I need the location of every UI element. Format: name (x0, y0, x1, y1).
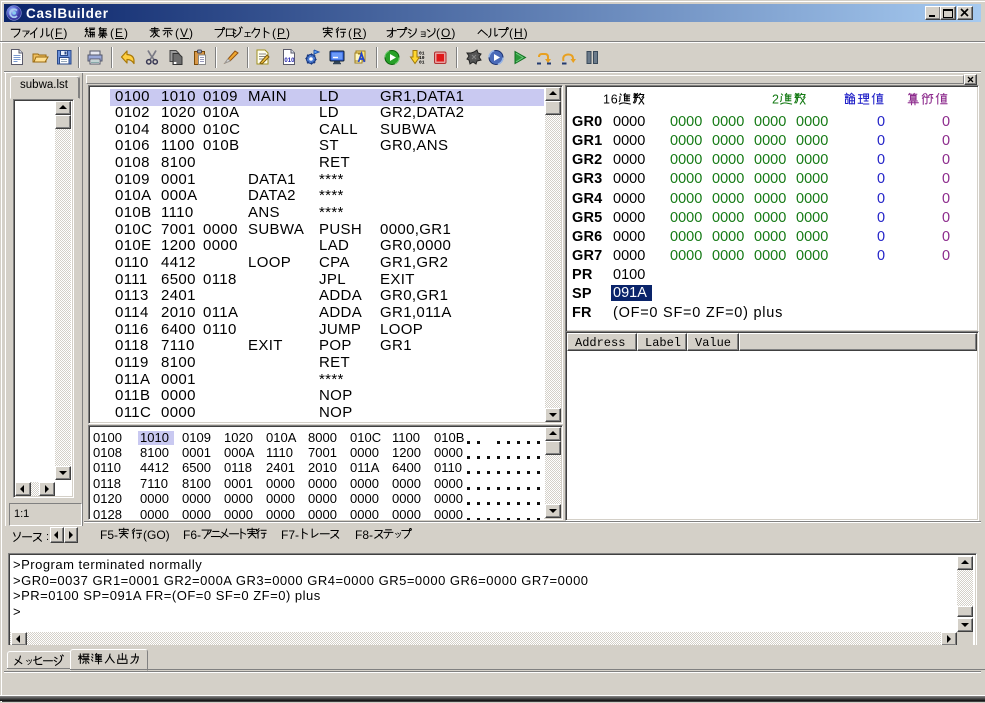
svg-text:6: 6 (611, 93, 618, 107)
svg-text:2: 2 (772, 93, 779, 107)
svg-text:010: 010 (284, 58, 295, 64)
svg-text:1: 1 (603, 93, 610, 107)
svg-text:01: 01 (419, 60, 425, 66)
